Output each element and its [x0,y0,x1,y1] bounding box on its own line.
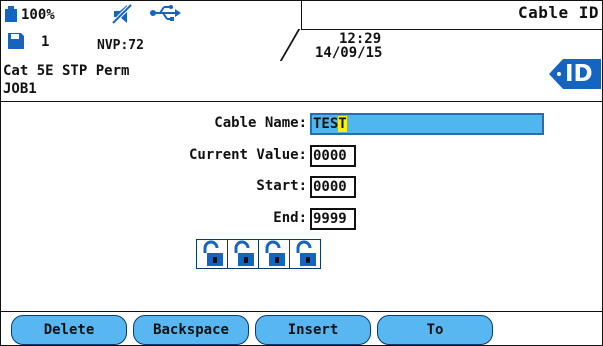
header-separator [1,101,602,102]
battery-icon [5,6,17,22]
unlocked-padlock-icon[interactable] [227,239,259,269]
header-divider [279,29,301,61]
job-number: 1 [41,34,50,50]
cable-id-screen: 100% Cable ID 1 NVP:72 12:29 14/09/15 Ca… [0,0,603,346]
backspace-button[interactable]: Backspace [133,315,249,345]
end-label: End: [273,210,307,226]
start-row: Start: 0000 [1,176,602,198]
end-row: End: 9999 [1,208,602,230]
insert-button[interactable]: Insert [255,315,371,345]
nvp-value: NVP:72 [97,38,144,53]
job-name: JOB1 [3,81,37,97]
current-value-label: Current Value: [188,147,307,163]
delete-button[interactable]: Delete [11,315,127,345]
disk-icon [7,32,25,50]
start-field[interactable]: 0000 [310,176,356,198]
usb-icon [149,4,181,22]
current-value-row: Current Value: 0000 [1,145,602,167]
clock-date: 14/09/15 [315,45,383,61]
page-title: Cable ID [517,3,599,22]
cable-type: Cat 5E STP Perm [3,63,130,79]
battery-percent: 100% [21,7,55,23]
id-badge-label: ID [565,61,593,87]
title-bar: Cable ID [301,1,602,30]
cable-name-label: Cable Name: [214,115,307,131]
speaker-muted-icon [111,3,135,25]
cable-name-field[interactable]: TEST [310,113,544,135]
softkey-separator [1,311,602,312]
current-value-field[interactable]: 0000 [310,145,356,167]
unlocked-padlock-icon[interactable] [258,239,290,269]
id-badge: ID [549,57,601,91]
cable-name-value: TES [313,116,339,132]
cable-name-row: Cable Name: TEST [1,113,602,135]
status-header: 100% Cable ID 1 NVP:72 12:29 14/09/15 [1,1,602,61]
unlocked-padlock-icon[interactable] [196,239,228,269]
softkey-bar: Delete Backspace Insert To [1,313,602,345]
text-cursor: T [338,116,347,132]
start-label: Start: [256,178,307,194]
end-field[interactable]: 9999 [310,208,356,230]
to-button[interactable]: To [377,315,493,345]
unlocked-padlock-icon[interactable] [289,239,321,269]
